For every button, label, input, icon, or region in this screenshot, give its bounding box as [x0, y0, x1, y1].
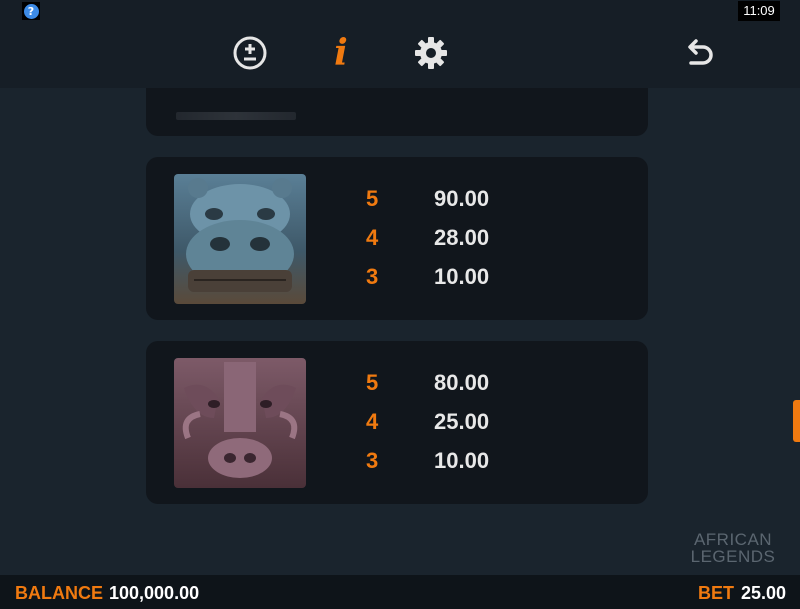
question-icon: ?	[23, 3, 39, 19]
info-icon: i	[334, 32, 348, 74]
game-logo: AFRICAN LEGENDS	[690, 531, 776, 565]
bet-value: 25.00	[741, 583, 787, 603]
bottom-bar: BALANCE 100,000.00 BET 25.00	[0, 575, 800, 609]
paytable-card-warthog: 5 80.00 4 25.00 3 10.00	[146, 341, 648, 504]
settings-button[interactable]	[412, 34, 450, 72]
pay-count: 5	[366, 370, 379, 395]
paytable-card-hippo: 5 90.00 4 28.00 3 10.00	[146, 157, 648, 320]
paytable-scroll-area[interactable]: 5 90.00 4 28.00 3 10.00 5 80.00 4 25.00 …	[0, 88, 800, 575]
pay-row: 5 90.00	[366, 184, 566, 214]
scrollbar-thumb[interactable]	[793, 400, 800, 442]
pay-value: 10.00	[434, 448, 490, 473]
balance-label: BALANCE	[15, 583, 103, 603]
pay-count: 4	[366, 409, 379, 434]
bet-label: BET	[698, 583, 734, 603]
top-toolbar: ? 11:09 i	[0, 0, 800, 88]
hippo-symbol	[174, 174, 306, 304]
pay-value: 25.00	[434, 409, 490, 434]
logo-line-1: AFRICAN	[693, 530, 773, 549]
pay-count: 3	[366, 264, 379, 289]
pay-value: 28.00	[434, 225, 490, 250]
pay-row: 5 80.00	[366, 368, 566, 398]
plus-minus-icon	[233, 36, 267, 70]
pay-row: 4 25.00	[366, 407, 566, 437]
back-arrow-icon	[688, 39, 713, 65]
warthog-symbol	[174, 358, 306, 488]
pay-row: 3 10.00	[366, 446, 566, 476]
partial-symbol	[176, 112, 296, 120]
pay-count: 5	[366, 186, 379, 211]
bet-adjust-button[interactable]	[231, 34, 269, 72]
pay-row: 3 10.00	[366, 262, 566, 292]
help-button[interactable]: ?	[22, 2, 40, 20]
paytable-card-partial	[146, 88, 648, 136]
pay-value: 90.00	[434, 186, 490, 211]
pay-value: 10.00	[434, 264, 490, 289]
pay-row: 4 28.00	[366, 223, 566, 253]
gear-icon	[415, 37, 447, 69]
pay-value: 80.00	[434, 370, 490, 395]
pay-count: 4	[366, 225, 379, 250]
info-button[interactable]: i	[322, 34, 360, 72]
back-button[interactable]	[680, 34, 718, 72]
balance-value: 100,000.00	[109, 583, 200, 603]
clock: 11:09	[738, 1, 780, 21]
logo-line-2: LEGENDS	[690, 547, 776, 566]
pay-count: 3	[366, 448, 379, 473]
